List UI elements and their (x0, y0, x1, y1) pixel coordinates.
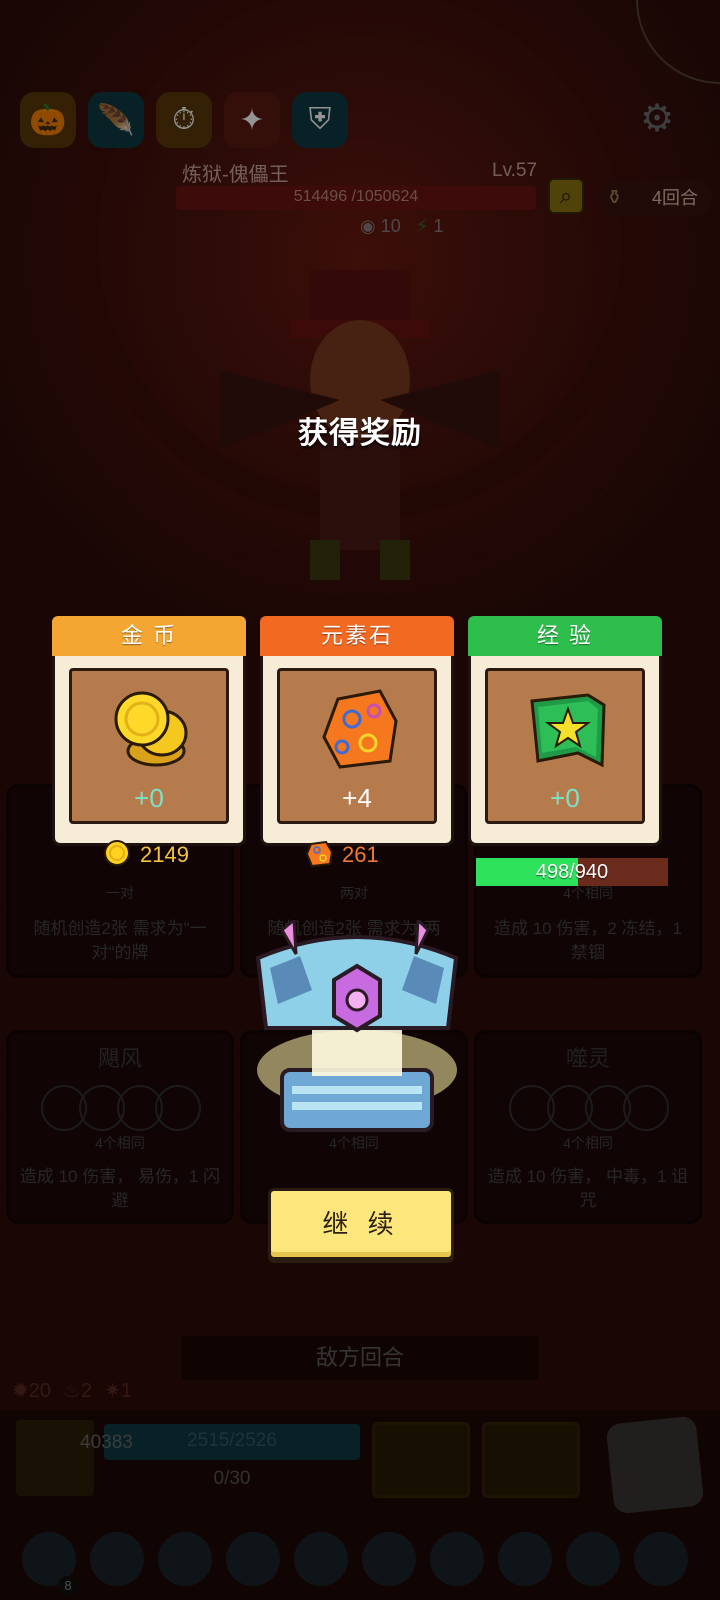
reward-card-paper: +0 (52, 656, 246, 846)
element-stone-total-value: 261 (342, 842, 379, 867)
reward-card-header: 元素石 (260, 616, 454, 658)
element-stone-small-icon (305, 840, 334, 868)
reward-card-element-stone: 元素石 +4 (260, 616, 454, 846)
gold-total-value: 2149 (140, 842, 189, 867)
reward-amount: +0 (550, 783, 580, 813)
gold-coins-icon (114, 691, 188, 767)
treasure-chest-icon (255, 920, 459, 1132)
continue-button[interactable]: 继 续 (268, 1188, 454, 1260)
element-stone-icon (322, 689, 398, 769)
reward-overlay: 获得奖励 金 币 +0 元素石 +4 经 验 +0 2149 261 498/9… (0, 0, 720, 1600)
reward-amount: +4 (342, 783, 372, 813)
reward-card-inner: +0 (485, 668, 645, 824)
reward-card-header: 金 币 (52, 616, 246, 658)
experience-progress-bar: 498/940 (476, 858, 668, 886)
experience-book-icon (530, 693, 606, 768)
reward-card-paper: +0 (468, 656, 662, 846)
reward-card-inner: +4 (277, 668, 437, 824)
gold-coin-icon (104, 840, 130, 866)
reward-amount: +0 (134, 783, 164, 813)
reward-card-gold: 金 币 +0 (52, 616, 246, 846)
reward-title: 获得奖励 (298, 417, 422, 450)
reward-card-header: 经 验 (468, 616, 662, 658)
reward-card-experience: 经 验 +0 (468, 616, 662, 846)
reward-card-paper: +4 (260, 656, 454, 846)
reward-card-inner: +0 (69, 668, 229, 824)
experience-progress-text: 498/940 (535, 861, 609, 883)
